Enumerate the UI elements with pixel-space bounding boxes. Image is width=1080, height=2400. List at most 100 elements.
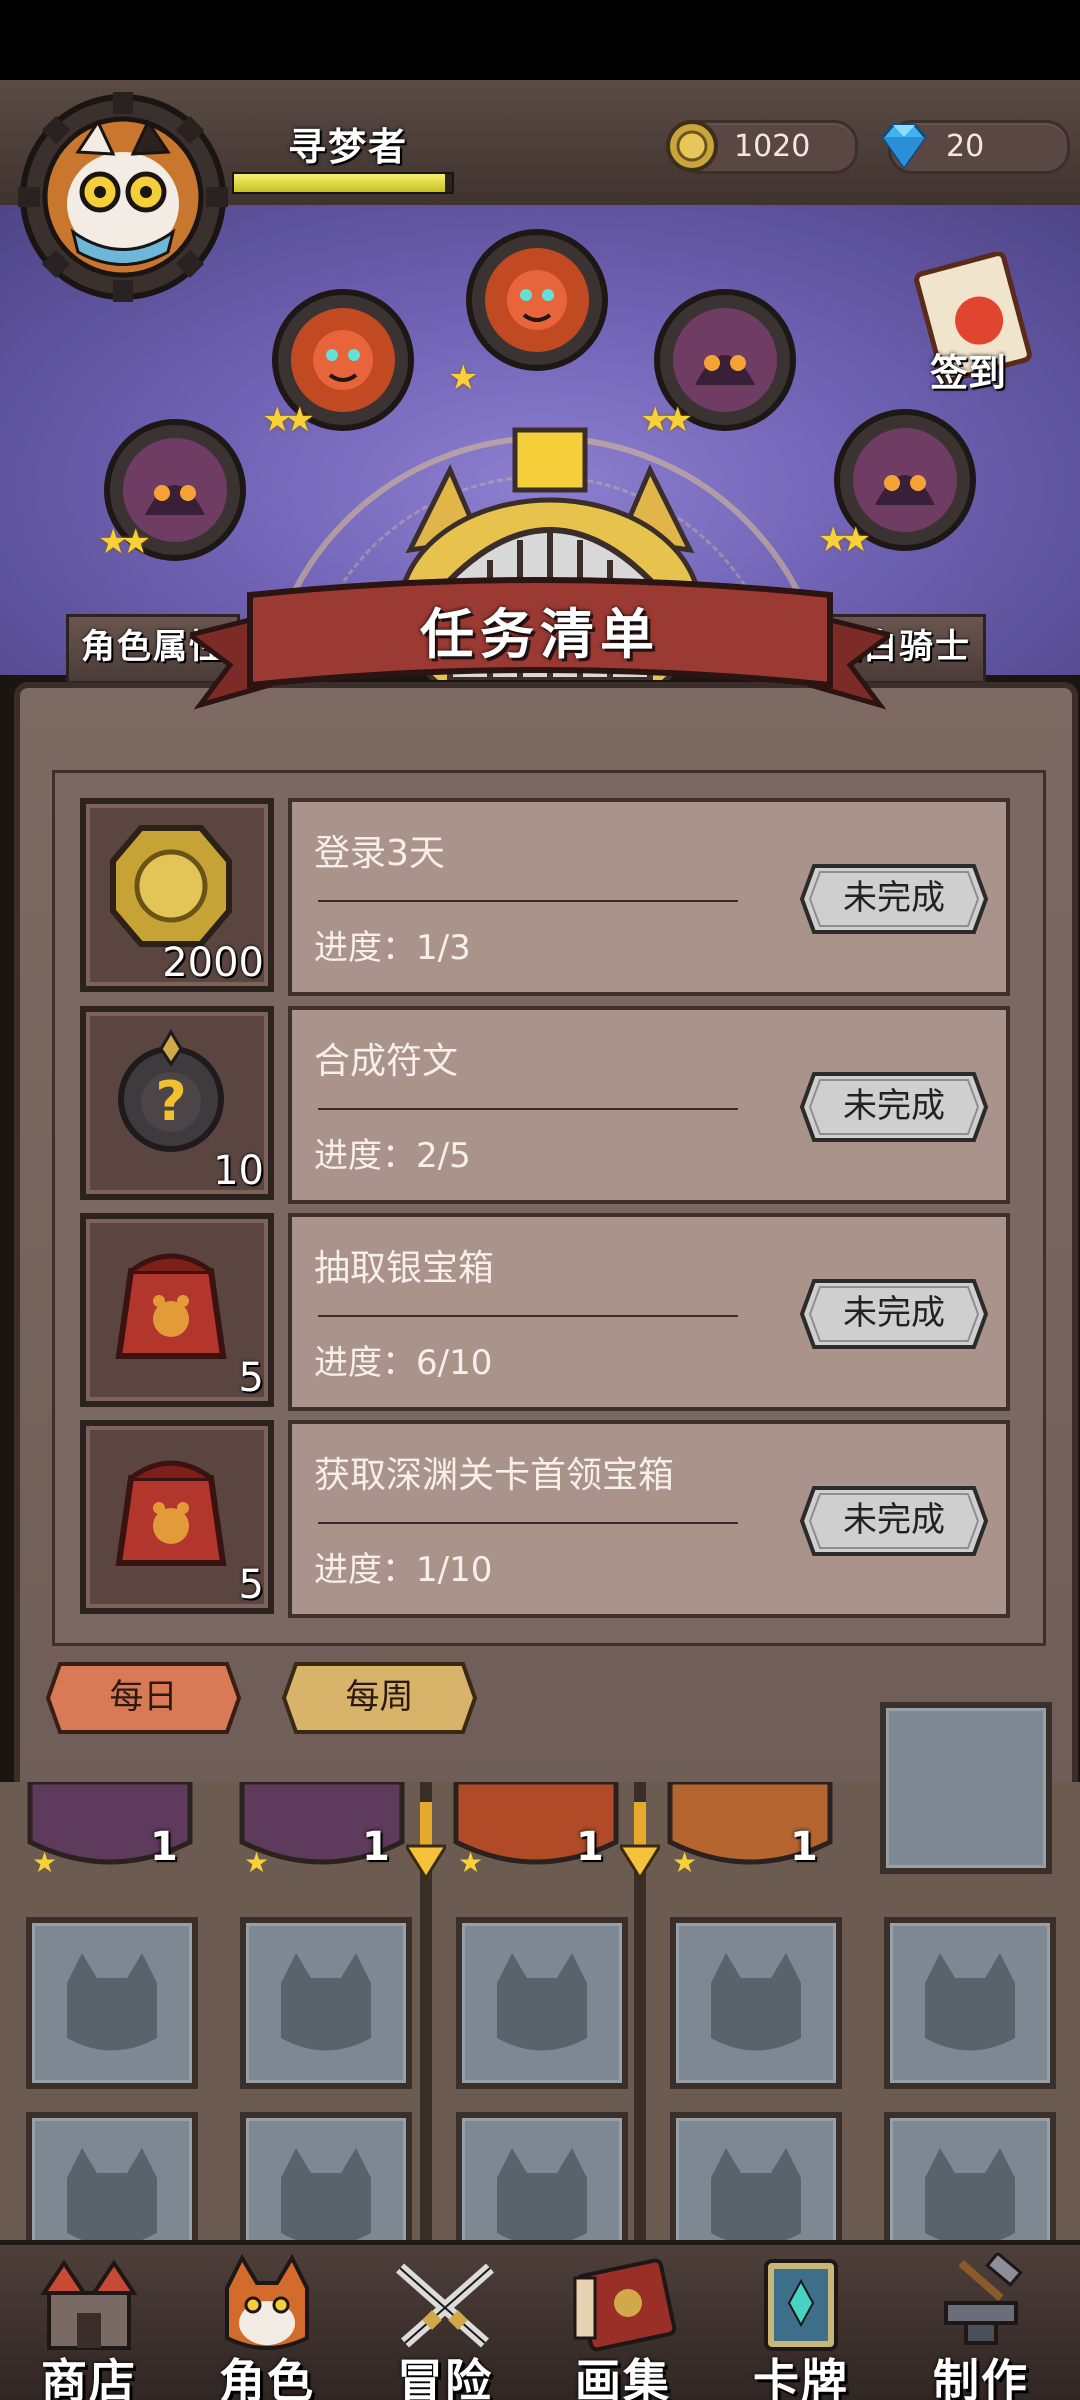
card-deck-icon: [764, 2259, 838, 2351]
skill-node-5-stars: ★★: [818, 520, 871, 560]
task-progress: 进度：1/3: [314, 928, 471, 968]
nav-crafting[interactable]: 制作: [896, 2245, 1066, 2400]
task-status-label: 未完成: [843, 878, 945, 918]
bottom-navigation: 商店 角色 冒险 画集 卡牌 制作: [0, 2240, 1080, 2400]
gold-amount: 1020: [734, 129, 811, 164]
daily-tab[interactable]: 每日: [46, 1662, 241, 1734]
empty-card-slot[interactable]: [456, 1917, 628, 2089]
empty-card-slot[interactable]: [240, 1917, 412, 2089]
task-card: 获取深渊关卡首领宝箱 进度：1/10 未完成: [288, 1420, 1010, 1618]
svg-text:?: ?: [155, 1070, 186, 1133]
cat-silhouette-icon: [281, 1953, 371, 2051]
task-status-label: 未完成: [843, 1293, 945, 1333]
nav-crafting-label: 制作: [933, 2354, 1029, 2400]
diamond-icon: [881, 123, 927, 170]
nav-character[interactable]: 角色: [182, 2245, 352, 2400]
skill-node-1-stars: ★★: [98, 522, 151, 562]
task-status-button[interactable]: 未完成: [800, 1072, 988, 1142]
task-card: 登录3天 进度：1/3 未完成: [288, 798, 1010, 996]
svg-text:★: ★: [244, 1846, 269, 1879]
empty-card-slot[interactable]: [884, 1917, 1056, 2089]
task-title: 合成符文: [314, 1041, 459, 1082]
skill-node-2-stars: ★★: [262, 400, 315, 440]
exp-bar-fill: [234, 174, 446, 192]
task-divider: [318, 900, 738, 902]
crossed-swords-icon: [396, 2263, 494, 2348]
task-divider: [318, 1315, 738, 1317]
red-pouch-icon: [115, 1253, 227, 1359]
gold-counter[interactable]: 1020: [666, 120, 858, 174]
game-screen: 寻梦者 1020 20 ★★ ★★ ★ ★★ ★★ 签到 角色属性 银白骑士 任…: [0, 0, 1080, 2400]
task-card: 抽取银宝箱 进度：6/10 未完成: [288, 1213, 1010, 1411]
mystery-rune-icon: ?: [118, 1029, 224, 1152]
card-count: 1: [362, 1824, 390, 1870]
task-status-button[interactable]: 未完成: [800, 864, 988, 934]
inventory-card[interactable]: ★ 1: [446, 1779, 626, 1882]
inventory-card[interactable]: ★ 1: [660, 1779, 840, 1882]
task-status-button[interactable]: 未完成: [800, 1486, 988, 1556]
task-progress: 进度：6/10: [314, 1343, 493, 1383]
down-arrow-icon: [406, 1802, 446, 1881]
task-progress: 进度：1/10: [314, 1550, 493, 1590]
svg-text:★: ★: [672, 1846, 697, 1879]
nav-adventure-label: 冒险: [397, 2354, 493, 2400]
card-count: 1: [576, 1824, 604, 1870]
task-row: 2000 登录3天 进度：1/3 未完成: [80, 798, 1010, 996]
task-title: 获取深渊关卡首领宝箱: [314, 1455, 675, 1496]
task-divider: [318, 1522, 738, 1524]
svg-text:★: ★: [32, 1846, 57, 1879]
gem-counter[interactable]: 20: [881, 120, 1070, 174]
cat-character-icon: [225, 2253, 309, 2350]
task-progress: 进度：2/5: [314, 1136, 471, 1176]
player-avatar[interactable]: [18, 92, 228, 302]
reward-slot: 5: [80, 1420, 274, 1614]
checkin-label[interactable]: 签到: [930, 342, 1006, 397]
gold-coin-icon: [110, 825, 232, 947]
nav-gallery[interactable]: 画集: [538, 2245, 708, 2400]
down-arrow-icon: [620, 1802, 660, 1881]
reward-slot: ? 10: [80, 1006, 274, 1200]
empty-card-slot[interactable]: [26, 1917, 198, 2089]
reward-count: 2000: [162, 940, 264, 986]
shop-castle-icon: [40, 2259, 138, 2350]
card-count: 1: [150, 1824, 178, 1870]
task-row: ? 10 合成符文 进度：2/5 未完成: [80, 1006, 1010, 1204]
gold-coin-icon: [666, 120, 718, 172]
daily-tab-label: 每日: [109, 1677, 178, 1717]
empty-card-slot[interactable]: [670, 1917, 842, 2089]
cat-avatar-icon: [18, 92, 228, 302]
task-divider: [318, 1108, 738, 1110]
weekly-tab[interactable]: 每周: [282, 1662, 477, 1734]
empty-card-slot[interactable]: [880, 1702, 1052, 1874]
cat-silhouette-icon: [711, 1953, 801, 2051]
task-card: 合成符文 进度：2/5 未完成: [288, 1006, 1010, 1204]
status-bar: [0, 0, 1080, 80]
task-status-label: 未完成: [843, 1500, 945, 1540]
reward-count: 5: [238, 1562, 264, 1608]
weekly-tab-label: 每周: [345, 1677, 414, 1717]
reward-count: 5: [238, 1355, 264, 1401]
nav-shop[interactable]: 商店: [4, 2245, 174, 2400]
nav-adventure[interactable]: 冒险: [360, 2245, 530, 2400]
nav-cards[interactable]: 卡牌: [716, 2245, 886, 2400]
nav-cards-label: 卡牌: [753, 2354, 849, 2400]
reward-slot: 5: [80, 1213, 274, 1407]
skill-node-3-stars: ★: [448, 358, 479, 398]
orange-demon-icon: [466, 229, 608, 371]
red-pouch-icon: [115, 1460, 227, 1566]
exp-bar: [232, 172, 454, 194]
nav-gallery-label: 画集: [575, 2354, 671, 2400]
inventory-grid: ★ 1 ★ 1 ★ 1 ★ 1: [0, 1702, 1080, 2284]
task-status-button[interactable]: 未完成: [800, 1279, 988, 1349]
skill-node-3[interactable]: [462, 225, 612, 375]
cat-silhouette-icon: [497, 1953, 587, 2051]
anvil-craft-icon: [944, 2253, 1023, 2345]
nav-character-label: 角色: [219, 2354, 315, 2400]
svg-text:★: ★: [458, 1846, 483, 1879]
inventory-card[interactable]: ★ 1: [232, 1779, 412, 1882]
task-status-label: 未完成: [843, 1086, 945, 1126]
cat-silhouette-icon: [925, 1953, 1015, 2051]
art-book-icon: [573, 2258, 677, 2352]
nav-shop-label: 商店: [41, 2354, 137, 2400]
inventory-card[interactable]: ★ 1: [20, 1779, 200, 1882]
